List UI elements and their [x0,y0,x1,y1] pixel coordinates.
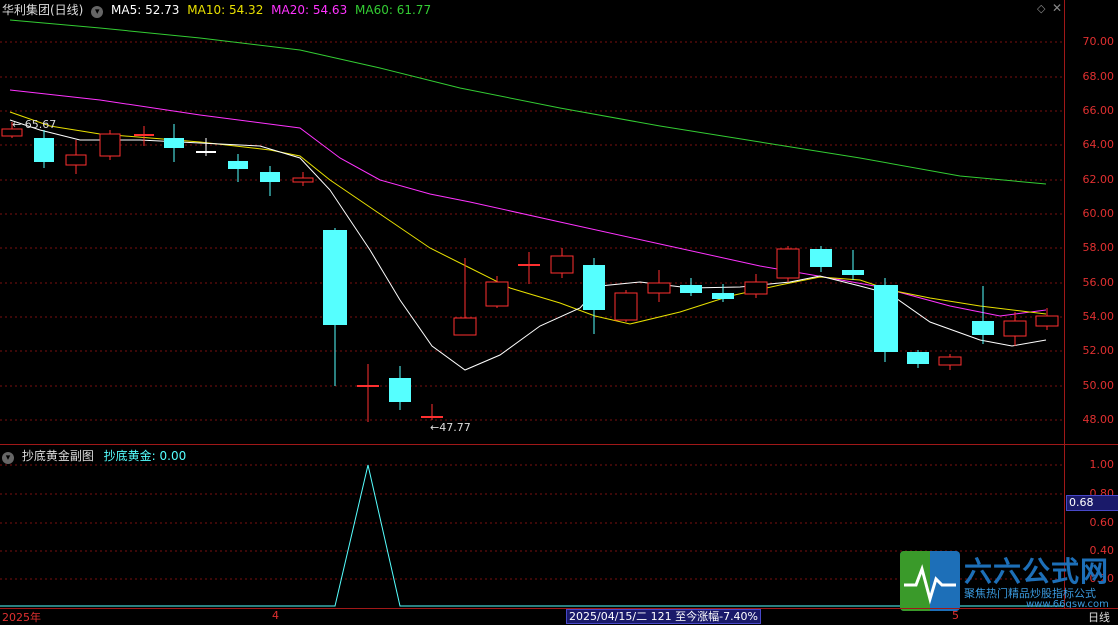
y-tick: 66.00 [1082,104,1115,117]
candle-down [389,366,411,410]
candle-up [134,126,154,146]
candle-up [550,248,574,278]
y-tick: 48.00 [1082,413,1115,426]
candle-up [292,172,314,186]
y-tick: 54.00 [1082,310,1115,323]
high-marker: ← 65.67 [12,118,56,131]
candle-down [680,278,702,296]
y-tick: 56.00 [1082,276,1115,289]
low-marker: ←47.77 [430,421,471,434]
candle-up [421,404,443,420]
candle-down [842,250,864,280]
y-tick: 68.00 [1082,70,1115,83]
candle-up [518,252,540,284]
watermark-logo: 六六公式网 聚焦热门精品炒股指标公式 www.66gsw.com [900,551,1118,611]
brand-name: 六六公式网 [964,555,1110,588]
cursor-value-box: 0.68 [1066,495,1118,511]
candle-up [485,276,509,308]
ma20-line [9,89,1047,317]
candle-doji [196,138,216,156]
y-tick: 0.60 [1089,516,1115,529]
candles [1,122,1059,422]
candle-up [776,246,800,282]
candle-down [260,166,280,196]
period-tab[interactable]: 日线 [1088,609,1110,625]
x-label-year: 2025年 [2,611,41,624]
price-chart[interactable]: ← 65.67 ←47.77 [0,0,1064,444]
y-tick: 1.00 [1089,458,1115,471]
right-axis-border [1064,0,1065,608]
candle-up [99,130,121,160]
candle-up [614,290,638,322]
y-tick: 70.00 [1082,35,1115,48]
candle-down [874,278,898,362]
y-tick: 64.00 [1082,138,1115,151]
candle-down [164,124,184,162]
x-label-may: 5 [952,609,959,622]
candle-up [647,270,671,302]
logo-icon [900,551,960,611]
y-tick: 50.00 [1082,379,1115,392]
candle-down [323,228,347,386]
grid-lines [0,41,1064,421]
candle-up [65,140,87,174]
candle-up [744,274,768,298]
x-label-april: 4 [272,609,279,622]
candle-up [357,364,379,422]
x-axis: 2025年 4 2025/04/15/二 121 至今涨幅-7.40% 5 日线 [0,608,1118,625]
candle-up [938,354,962,370]
candle-down [583,258,605,334]
y-tick: 62.00 [1082,173,1115,186]
candle-down [972,286,994,344]
candle-up [1003,312,1027,346]
y-tick: 60.00 [1082,207,1115,220]
candle-down [810,246,832,272]
y-tick: 52.00 [1082,344,1115,357]
candle-down [907,350,929,368]
ma60-line [9,19,1047,185]
candle-down [34,130,54,168]
candle-down [228,154,248,182]
y-tick: 58.00 [1082,241,1115,254]
